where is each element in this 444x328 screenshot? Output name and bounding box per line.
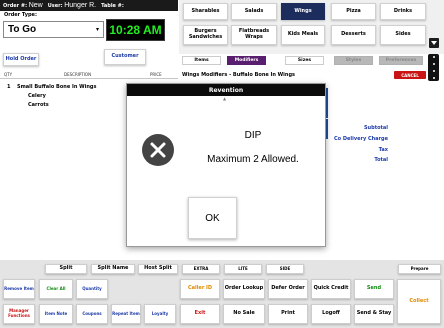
tab-styles[interactable]: Styles	[334, 56, 373, 65]
host-split-button[interactable]: Host Split	[138, 264, 178, 274]
category-kids-meals[interactable]: Kids Meals	[281, 25, 325, 45]
split-name-button[interactable]: Split Name	[91, 264, 135, 274]
table-info: Table #:	[101, 2, 124, 9]
order-type-value: To Go	[8, 24, 37, 35]
defer-order-button[interactable]: Defer Order	[268, 279, 308, 299]
category-sharables[interactable]: Sharables	[183, 3, 228, 20]
cancel-button[interactable]: CANCEL	[394, 71, 426, 79]
dialog-message: Maximum 2 Allowed.	[207, 154, 299, 165]
dialog-drag-hint: ▲	[223, 96, 227, 101]
collect-button[interactable]: Collect	[397, 279, 441, 324]
lite-button[interactable]: LITE	[224, 264, 262, 274]
modifiers-header: Wings Modifiers - Buffalo Bone In Wings	[182, 72, 296, 78]
alert-dialog: Revention ▲ DIP Maximum 2 Allowed. OK	[126, 83, 326, 247]
tab-modifiers[interactable]: Modifiers	[227, 56, 266, 65]
order-info-bar: Order #: New User: Hunger R. Table #:	[0, 0, 178, 11]
item-note-button[interactable]: Item Note	[39, 304, 73, 324]
category-wings[interactable]: Wings	[281, 3, 325, 20]
price-header: PRICE	[150, 72, 162, 77]
ok-button[interactable]: OK	[188, 197, 237, 239]
scroll-down-arrow-icon[interactable]	[429, 38, 439, 48]
tax-label: Tax	[378, 147, 388, 153]
clock-display: 10:28 AM	[106, 19, 165, 41]
tab-items[interactable]: Items	[182, 56, 221, 65]
customer-button[interactable]: Customer	[104, 49, 146, 65]
caller-id-button[interactable]: Caller ID	[180, 279, 220, 299]
extra-button[interactable]: EXTRA	[182, 264, 220, 274]
print-button[interactable]: Print	[268, 304, 308, 324]
order-qty: 1	[7, 83, 11, 90]
coupons-button[interactable]: Coupons	[76, 304, 108, 324]
dialog-heading: DIP	[244, 130, 262, 141]
send-and-stay-button[interactable]: Send & Stay	[354, 304, 394, 324]
description-header: DESCRIPTION	[64, 72, 92, 77]
category-salads[interactable]: Salads	[231, 3, 277, 20]
user-info: User: Hunger R.	[47, 2, 97, 9]
tab-sizes[interactable]: Sizes	[285, 56, 324, 65]
no-sale-button[interactable]: No Sale	[223, 304, 265, 324]
hold-order-button[interactable]: Hold Order	[3, 53, 39, 66]
quick-credit-button[interactable]: Quick Credit	[311, 279, 351, 299]
side-button[interactable]: SIDE	[266, 264, 304, 274]
pos-screen: Order #: New User: Hunger R. Table #: Or…	[0, 0, 444, 328]
exit-button[interactable]: Exit	[180, 304, 220, 324]
category-sides[interactable]: Sides	[380, 25, 426, 45]
category-drinks[interactable]: Drinks	[380, 3, 426, 20]
dropdown-arrow-icon: ▾	[95, 27, 99, 33]
order-type-label: Order Type:	[4, 12, 37, 18]
order-lookup-button[interactable]: Order Lookup	[223, 279, 265, 299]
clear-all-button[interactable]: Clear All	[39, 279, 73, 299]
remove-item-button[interactable]: Remove Item	[3, 279, 35, 299]
modifier-name: Carrots	[28, 101, 49, 108]
order-table-header: QTY DESCRIPTION PRICE	[0, 71, 178, 79]
repeat-item-button[interactable]: Repeat Item	[111, 304, 141, 324]
order-type-select[interactable]: To Go ▾	[3, 21, 104, 38]
modifier-name: Celery	[28, 92, 46, 99]
category-flatbreads-wraps[interactable]: Flatbreads Wraps	[231, 25, 277, 45]
tab-preferences[interactable]: Preferences	[379, 56, 423, 65]
category-desserts[interactable]: Desserts	[331, 25, 376, 45]
order-item-name: Small Buffalo Bone In Wings	[17, 83, 97, 90]
split-button[interactable]: Split	[45, 264, 87, 274]
prepare-button[interactable]: Prepare	[398, 264, 441, 274]
order-number: Order #: New	[3, 2, 43, 9]
logoff-button[interactable]: Logoff	[311, 304, 351, 324]
quantity-button[interactable]: Quantity	[76, 279, 108, 299]
modifier-tabs: Items Modifiers Sizes Styles Preferences	[179, 55, 444, 66]
vertical-options-bar[interactable]	[428, 54, 439, 81]
qty-header: QTY	[4, 72, 13, 77]
category-burgers-sandwiches[interactable]: Burgers Sandwiches	[183, 25, 228, 45]
category-pizza[interactable]: Pizza	[331, 3, 376, 20]
loyalty-button[interactable]: Loyalty	[144, 304, 176, 324]
send-button[interactable]: Send	[354, 279, 394, 299]
manager-functions-button[interactable]: Manager Functions	[3, 304, 35, 324]
dialog-title: Revention	[127, 84, 325, 96]
